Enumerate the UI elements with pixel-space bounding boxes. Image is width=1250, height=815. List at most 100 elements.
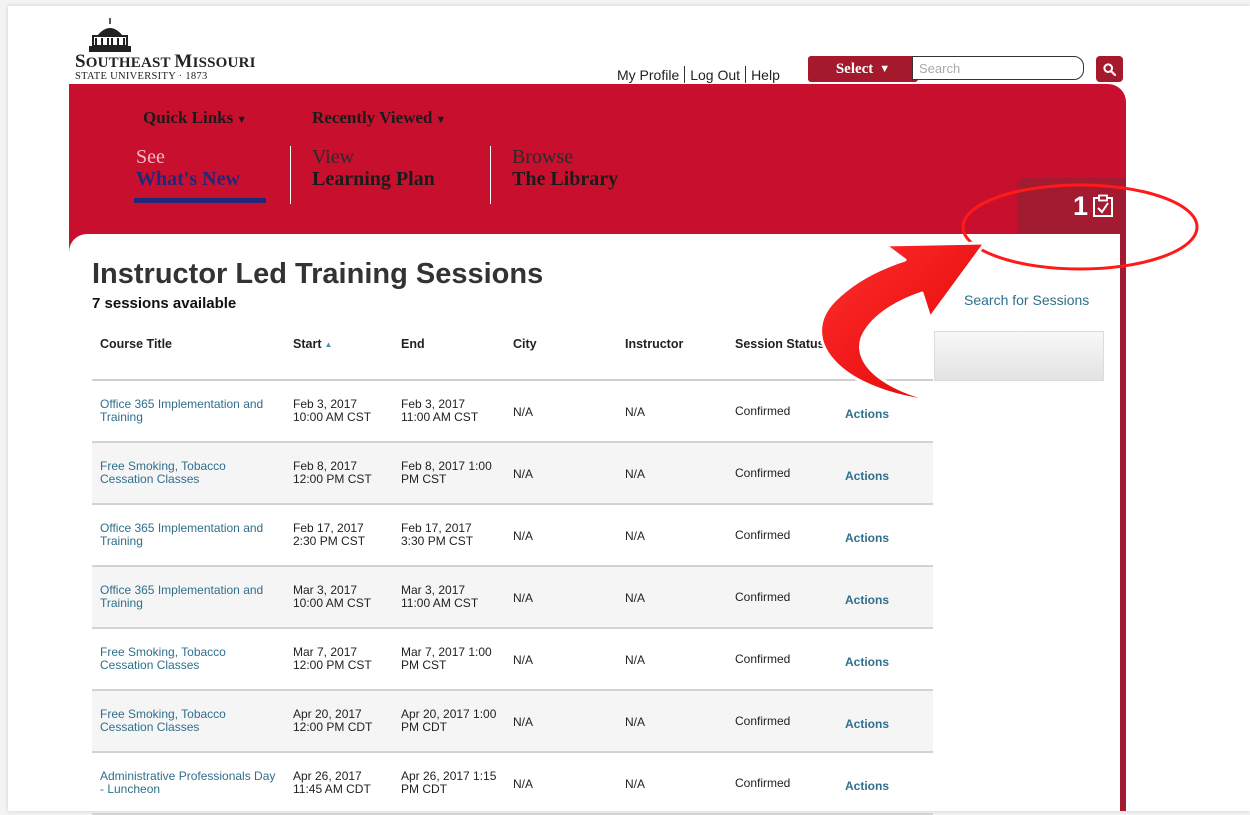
start-cell: Mar 3, 2017 10:00 AM CST [285,566,393,629]
divider [290,146,291,204]
quick-links-label: Quick Links [143,108,234,127]
academic-hall-icon [89,18,131,52]
logo-subtitle: STATE UNIVERSITY · 1873 [75,71,208,82]
search-scope-select[interactable]: Select ▼ [808,56,918,82]
end-cell: Feb 8, 2017 1:00 PM CST [393,442,505,505]
table-header-row: Course Title Start ▲ End City Instructor … [92,330,933,381]
instructor-cell: N/A [617,504,727,567]
filter-panel [934,331,1104,381]
action-tray-tab[interactable]: 1 [1017,178,1126,234]
logo-wordmark: SOUTHEAST MISSOURI [75,51,256,72]
nav-learning-plan[interactable]: View Learning Plan [312,146,435,190]
end-cell: Apr 26, 2017 1:15 PM CDT [393,752,505,815]
nav-line2: What's New [136,168,240,190]
end-cell: Apr 20, 2017 1:00 PM CDT [393,690,505,753]
start-cell: Feb 8, 2017 12:00 PM CST [285,442,393,505]
column-header-course-title[interactable]: Course Title [92,330,285,381]
end-cell: Mar 7, 2017 1:00 PM CST [393,628,505,691]
tray-rail [1120,234,1126,811]
city-cell: N/A [505,442,617,505]
divider [745,66,747,83]
column-header-city[interactable]: City [505,330,617,381]
log-out-link[interactable]: Log Out [690,67,740,83]
table-row: Free Smoking, Tobacco Cessation Classes … [92,442,933,505]
column-header-start[interactable]: Start ▲ [285,330,393,381]
nav-line2: Learning Plan [312,168,435,190]
search-button[interactable] [1096,56,1123,82]
instructor-cell: N/A [617,566,727,629]
actions-button[interactable]: Actions [837,566,933,629]
search-for-sessions-link[interactable]: Search for Sessions [964,292,1089,308]
sessions-table: Course Title Start ▲ End City Instructor … [92,330,933,815]
table-row: Office 365 Implementation and Training F… [92,504,933,567]
chevron-down-icon: ▼ [435,114,447,126]
table-row: Office 365 Implementation and Training M… [92,566,933,629]
recently-viewed-dropdown[interactable]: Recently Viewed ▼ [312,108,446,128]
nav-line2: The Library [512,168,619,190]
city-cell: N/A [505,628,617,691]
status-cell: Confirmed [727,628,837,691]
course-title-link[interactable]: Free Smoking, Tobacco Cessation Classes [92,690,285,753]
actions-button[interactable]: Actions [837,690,933,753]
city-cell: N/A [505,690,617,753]
nav-browse-library[interactable]: Browse The Library [512,146,618,190]
table-row: Office 365 Implementation and Training F… [92,380,933,443]
city-cell: N/A [505,566,617,629]
status-cell: Confirmed [727,566,837,629]
actions-button[interactable]: Actions [837,628,933,691]
start-cell: Apr 20, 2017 12:00 PM CDT [285,690,393,753]
clipboard-check-icon [1093,194,1113,217]
start-cell: Feb 17, 2017 2:30 PM CST [285,504,393,567]
status-cell: Confirmed [727,690,837,753]
table-row: Free Smoking, Tobacco Cessation Classes … [92,628,933,691]
status-cell: Confirmed [727,504,837,567]
search-icon [1103,62,1116,76]
status-cell: Confirmed [727,380,837,443]
instructor-cell: N/A [617,690,727,753]
sessions-count: 7 sessions available [92,295,237,312]
tray-count: 1 [1072,190,1088,221]
chevron-down-icon: ▼ [236,114,248,126]
column-header-actions [837,330,933,381]
city-cell: N/A [505,380,617,443]
select-label: Select [835,60,874,77]
instructor-cell: N/A [617,752,727,815]
actions-button[interactable]: Actions [837,752,933,815]
instructor-cell: N/A [617,628,727,691]
table-row: Free Smoking, Tobacco Cessation Classes … [92,690,933,753]
column-header-instructor[interactable]: Instructor [617,330,727,381]
page-title: Instructor Led Training Sessions [92,258,544,290]
university-logo[interactable]: SOUTHEAST MISSOURI STATE UNIVERSITY · 18… [75,16,256,82]
utility-nav: My Profile Log Out Help [617,66,780,83]
nav-line1: View [312,146,355,168]
course-title-link[interactable]: Office 365 Implementation and Training [92,566,285,629]
nav-line1: See [136,146,165,168]
actions-button[interactable]: Actions [837,442,933,505]
course-title-link[interactable]: Free Smoking, Tobacco Cessation Classes [92,628,285,691]
search-input[interactable] [912,56,1084,80]
actions-button[interactable]: Actions [837,380,933,443]
end-cell: Feb 3, 2017 11:00 AM CST [393,380,505,443]
instructor-cell: N/A [617,380,727,443]
my-profile-link[interactable]: My Profile [617,67,679,83]
start-cell: Mar 7, 2017 12:00 PM CST [285,628,393,691]
instructor-cell: N/A [617,442,727,505]
city-cell: N/A [505,504,617,567]
course-title-link[interactable]: Administrative Professionals Day - Lunch… [92,752,285,815]
course-title-link[interactable]: Office 365 Implementation and Training [92,380,285,443]
quick-links-dropdown[interactable]: Quick Links ▼ [143,108,247,128]
sort-ascending-icon: ▲ [324,340,333,350]
recently-viewed-label: Recently Viewed [312,108,433,127]
course-title-link[interactable]: Office 365 Implementation and Training [92,504,285,567]
column-header-end[interactable]: End [393,330,505,381]
course-title-link[interactable]: Free Smoking, Tobacco Cessation Classes [92,442,285,505]
end-cell: Feb 17, 2017 3:30 PM CST [393,504,505,567]
start-cell: Apr 26, 2017 11:45 AM CDT [285,752,393,815]
divider [490,146,491,204]
nav-whats-new[interactable]: See What's New [136,146,240,190]
table-row: Administrative Professionals Day - Lunch… [92,752,933,815]
help-link[interactable]: Help [751,67,780,83]
status-cell: Confirmed [727,442,837,505]
column-header-session-status[interactable]: Session Status [727,330,837,381]
actions-button[interactable]: Actions [837,504,933,567]
